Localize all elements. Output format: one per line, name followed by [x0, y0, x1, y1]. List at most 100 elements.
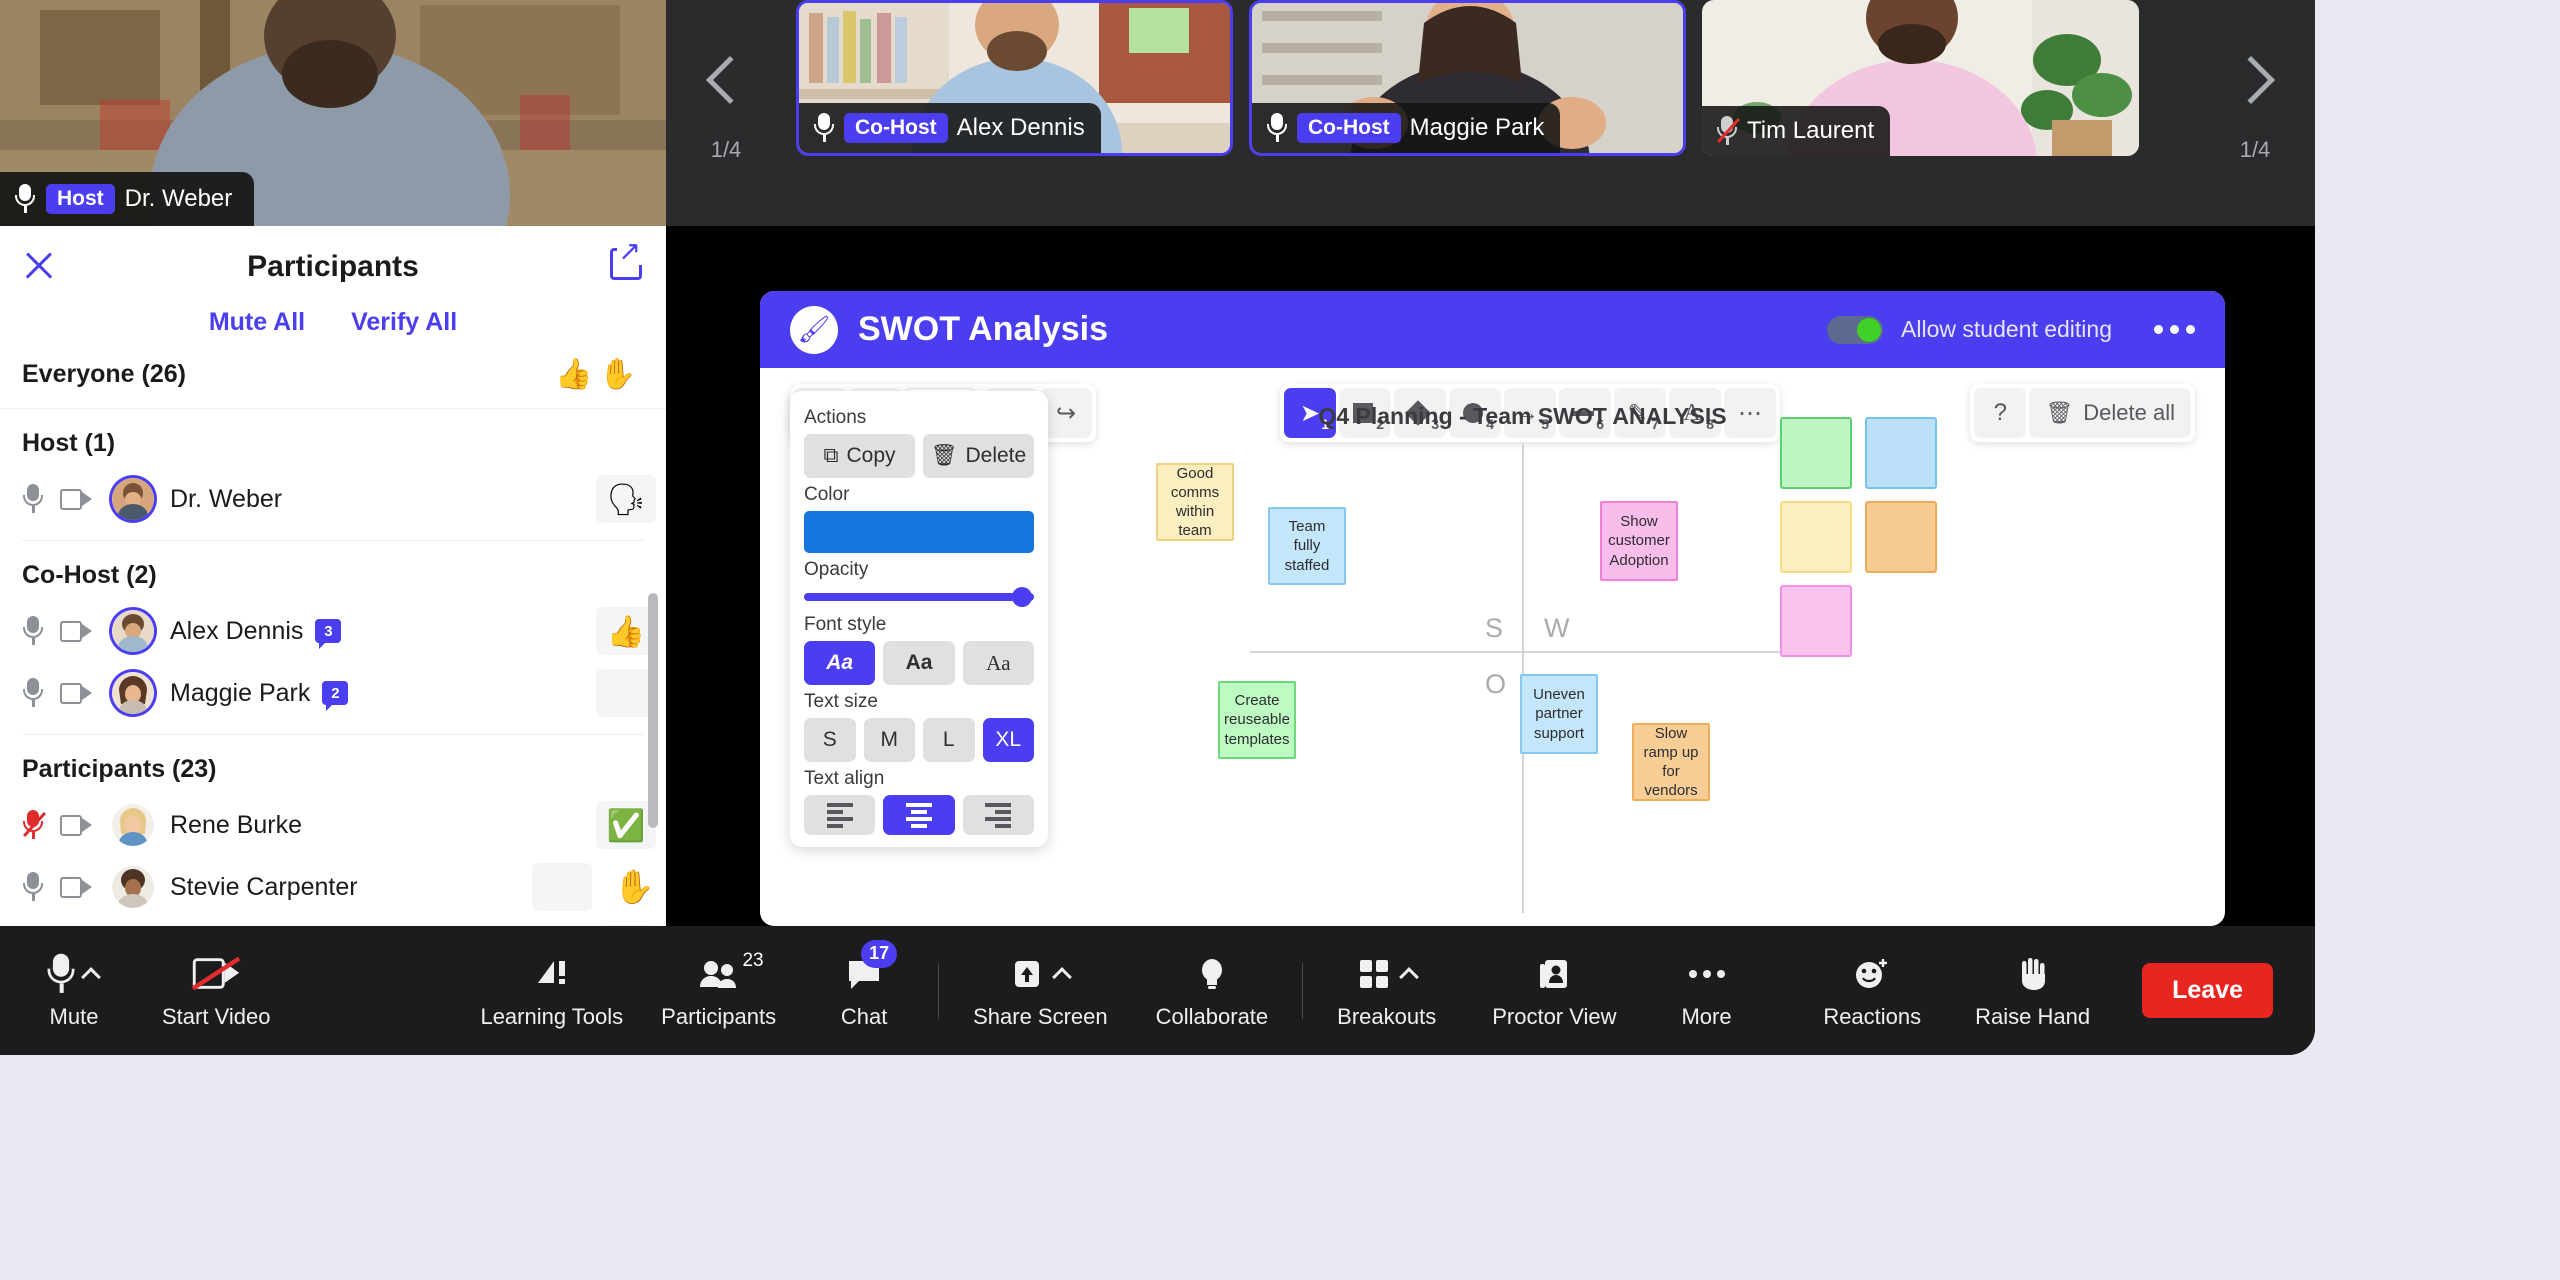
list-item[interactable]: Maggie Park 2 — [0, 662, 666, 724]
allow-student-editing-toggle[interactable] — [1827, 316, 1883, 344]
chat-button[interactable]: 17 Chat — [824, 952, 904, 1030]
camera-icon[interactable] — [60, 621, 92, 642]
delete-button[interactable]: 🗑Delete — [923, 434, 1034, 478]
proctor-view-button[interactable]: Proctor View — [1492, 952, 1616, 1030]
start-video-label: Start Video — [162, 1004, 270, 1030]
palette-shape-yellow[interactable] — [1780, 501, 1852, 573]
camera-icon[interactable] — [60, 877, 92, 898]
video-tile-name: Tim Laurent — [1747, 117, 1874, 145]
whiteboard-more-icon[interactable] — [2154, 325, 2195, 334]
reactions-button[interactable]: Reactions — [1823, 952, 1921, 1030]
video-tile-name-bar: Tim Laurent — [1702, 106, 1890, 156]
list-item[interactable]: Stevie Carpenter ✋ — [0, 856, 666, 918]
participants-panel-header: Participants — [0, 226, 666, 304]
swot-canvas[interactable]: Q4 Planning - Team SWOT ANALYSIS S W O T… — [1140, 391, 2195, 926]
sticky-note[interactable]: Team fully staffed — [1268, 507, 1346, 585]
leave-button[interactable]: Leave — [2142, 963, 2273, 1018]
verify-all-button[interactable]: Verify All — [351, 308, 457, 337]
palette-shape-blue[interactable] — [1865, 417, 1937, 489]
panel-action-links: Mute All Verify All — [0, 304, 666, 351]
more-button[interactable]: More — [1667, 952, 1747, 1030]
group-label-participants: Participants (23) — [0, 735, 666, 794]
filmstrip-next-button[interactable]: 1/4 — [2195, 0, 2315, 226]
mute-all-button[interactable]: Mute All — [209, 308, 305, 337]
start-video-button[interactable]: Start Video — [162, 952, 270, 1030]
participant-name: Dr. Weber — [170, 485, 282, 514]
list-item[interactable]: Antonio Soto 2 👀 — [0, 918, 666, 926]
learning-tools-icon — [534, 957, 570, 991]
speaking-indicator-icon[interactable]: 🗣 — [596, 475, 656, 523]
sticky-note[interactable]: Show customer Adoption — [1600, 501, 1678, 581]
microphone-icon — [1266, 113, 1288, 143]
list-item[interactable]: Rene Burke ✅ — [0, 794, 666, 856]
avatar — [112, 672, 154, 714]
text-size-xl[interactable]: XL — [983, 718, 1035, 762]
video-tile-maggie-park[interactable]: Co-Host Maggie Park — [1249, 0, 1686, 156]
self-video-tile[interactable]: Host Dr. Weber — [0, 0, 666, 226]
chat-count-badge[interactable]: 3 — [315, 619, 341, 643]
palette-shape-pink[interactable] — [1780, 585, 1852, 657]
sticky-note[interactable]: Slow ramp up for vendors — [1632, 723, 1710, 801]
palette-shape-green[interactable] — [1780, 417, 1852, 489]
list-item[interactable]: Alex Dennis 3 👍 — [0, 600, 666, 662]
reaction-slot-empty — [532, 863, 592, 911]
text-size-m[interactable]: M — [864, 718, 916, 762]
chevron-up-icon[interactable] — [1399, 967, 1419, 987]
microphone-muted-icon[interactable] — [22, 810, 44, 840]
participants-button[interactable]: 23 Participants — [661, 952, 776, 1030]
camera-icon[interactable] — [60, 815, 92, 836]
raised-hand-reaction: ✋ — [602, 868, 666, 907]
quadrant-label-o: O — [1485, 669, 1506, 700]
filmstrip-prev-button[interactable]: 1/4 — [666, 0, 786, 226]
raise-hand-button[interactable]: Raise Hand — [1975, 952, 2090, 1030]
learning-tools-button[interactable]: Learning Tools — [480, 952, 623, 1030]
chevron-up-icon[interactable] — [81, 967, 101, 987]
collaborate-label: Collaborate — [1156, 1004, 1269, 1030]
align-left-icon[interactable] — [804, 795, 875, 835]
lightbulb-icon — [1198, 957, 1226, 991]
breakouts-button[interactable]: Breakouts — [1337, 952, 1436, 1030]
align-right-icon[interactable] — [963, 795, 1034, 835]
page-title: Participants — [0, 250, 666, 284]
camera-icon[interactable] — [60, 489, 92, 510]
everyone-label: Everyone (26) — [22, 360, 186, 389]
avatar — [112, 478, 154, 520]
microphone-icon[interactable] — [22, 484, 44, 514]
thumbs-up-icon[interactable]: 👍 — [552, 357, 596, 392]
raised-hand-icon[interactable]: ✋ — [596, 357, 640, 392]
popout-icon[interactable] — [610, 248, 642, 280]
font-style-handwritten[interactable]: Aa — [804, 641, 875, 685]
align-center-icon[interactable] — [883, 795, 954, 835]
palette-shape-orange[interactable] — [1865, 501, 1937, 573]
quadrant-label-s: S — [1485, 613, 1503, 644]
participant-name: Stevie Carpenter — [170, 873, 358, 902]
avatar — [112, 804, 154, 846]
microphone-icon[interactable] — [22, 872, 44, 902]
font-style-serif[interactable]: Aa — [963, 641, 1034, 685]
opacity-slider[interactable] — [804, 586, 1034, 608]
collaborate-button[interactable]: Collaborate — [1156, 952, 1269, 1030]
microphone-icon[interactable] — [22, 616, 44, 646]
video-tile-tim-laurent[interactable]: Tim Laurent — [1702, 0, 2139, 156]
sticky-note[interactable]: Good comms within team — [1156, 463, 1234, 541]
sticky-note[interactable]: Uneven partner support — [1520, 674, 1598, 754]
font-style-row: Aa Aa Aa — [804, 641, 1034, 685]
video-tile-alex-dennis[interactable]: Co-Host Alex Dennis — [796, 0, 1233, 156]
camera-icon[interactable] — [60, 683, 92, 704]
text-size-s[interactable]: S — [804, 718, 856, 762]
mute-label: Mute — [50, 1004, 99, 1030]
microphone-icon[interactable] — [22, 678, 44, 708]
list-item[interactable]: Dr. Weber 🗣 — [0, 468, 666, 530]
chevron-up-icon[interactable] — [1052, 967, 1072, 987]
share-screen-button[interactable]: Share Screen — [973, 952, 1108, 1030]
font-style-normal[interactable]: Aa — [883, 641, 954, 685]
chat-count-badge[interactable]: 2 — [322, 681, 348, 705]
color-swatch[interactable] — [804, 511, 1034, 553]
slider-knob[interactable] — [1012, 587, 1032, 607]
participants-scrollbar[interactable] — [648, 593, 658, 828]
mute-button[interactable]: Mute — [34, 952, 114, 1030]
sticky-note[interactable]: Create reuseable templates — [1218, 681, 1296, 759]
text-align-label: Text align — [804, 768, 1034, 790]
copy-button[interactable]: ⧉Copy — [804, 434, 915, 478]
text-size-l[interactable]: L — [923, 718, 975, 762]
